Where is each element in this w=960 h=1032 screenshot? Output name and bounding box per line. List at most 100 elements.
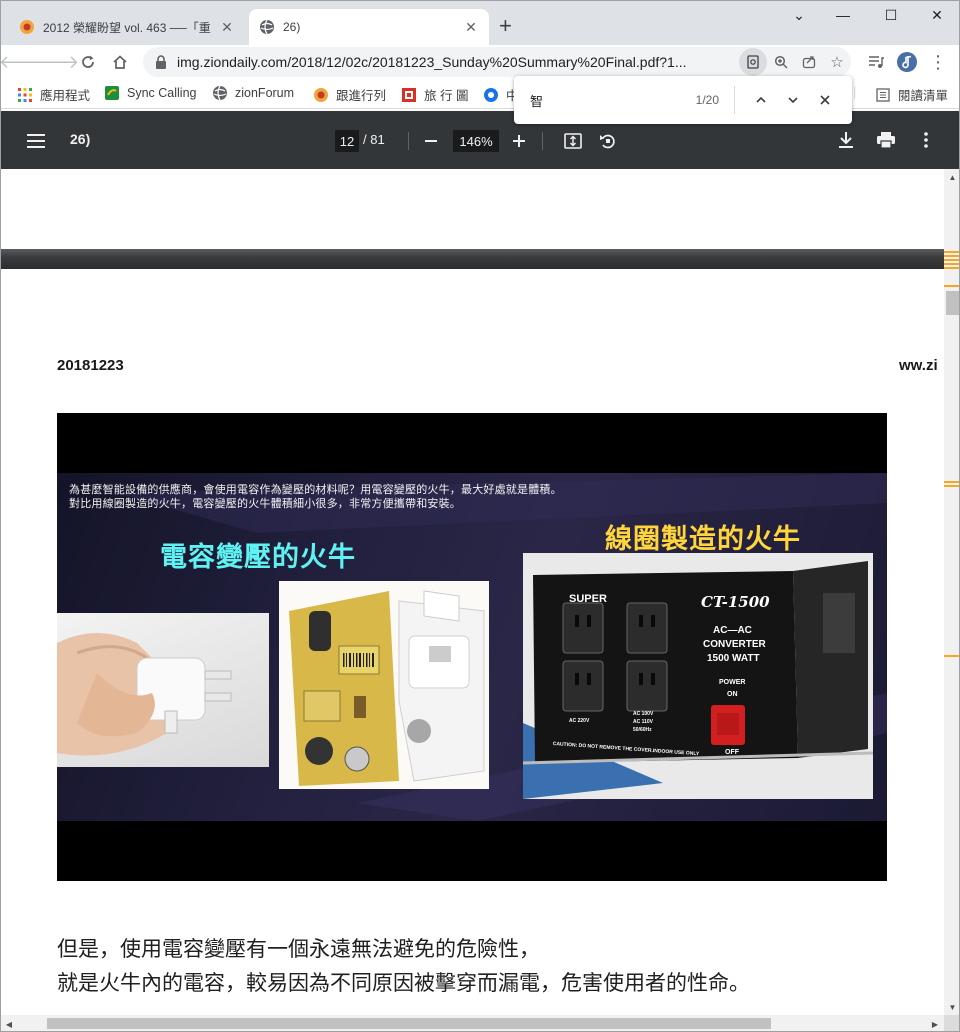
- scroll-down-arrow-icon[interactable]: ▼: [944, 999, 959, 1015]
- vertical-scrollbar[interactable]: ▲ ▼: [944, 169, 959, 1015]
- tab-inactive[interactable]: 2012 榮耀盼望 vol. 463 ──「重 ✕: [9, 9, 245, 45]
- find-next-button[interactable]: [777, 86, 809, 114]
- tab-active[interactable]: 26) ✕: [249, 9, 489, 45]
- forward-button[interactable]: 🡒: [31, 49, 79, 75]
- zoom-icon[interactable]: [767, 48, 795, 76]
- print-button[interactable]: [875, 130, 897, 150]
- figure-label-capacitor: 電容變壓的火牛: [160, 542, 356, 572]
- pdf-menu-icon[interactable]: [25, 130, 47, 152]
- figure-label-coil: 線圈製造的火牛: [605, 524, 801, 554]
- converter-on-label: ON: [727, 691, 738, 698]
- find-match-marker: [944, 263, 959, 265]
- find-match-marker: [944, 251, 959, 253]
- toolbar-divider: [408, 132, 409, 150]
- photo-coil-converter: SUPER CT-1500 AC—AC CONVERTER 1500 WATT …: [523, 553, 873, 799]
- plus-icon: [513, 135, 525, 147]
- tab-search-button[interactable]: ⌄: [779, 7, 819, 27]
- tab-close-icon[interactable]: ✕: [219, 19, 235, 36]
- download-button[interactable]: [836, 130, 856, 150]
- find-input[interactable]: 智: [514, 91, 679, 110]
- rotate-button[interactable]: [598, 131, 618, 151]
- close-window-button[interactable]: ✕: [917, 7, 957, 27]
- converter-off-label: OFF: [725, 749, 739, 756]
- address-bar[interactable]: img.ziondaily.com/2018/12/02c/20181223_S…: [143, 47, 851, 77]
- scroll-left-arrow-icon[interactable]: ◀: [1, 1015, 17, 1031]
- pdf-more-icon[interactable]: [918, 130, 934, 150]
- zoom-out-button[interactable]: [422, 131, 440, 151]
- globe-icon: [212, 85, 228, 101]
- converter-volt-100: AC 100V: [633, 711, 654, 717]
- horizontal-scroll-thumb[interactable]: [47, 1018, 771, 1029]
- bookmark-favicon-icon: [483, 87, 499, 103]
- page-number-input[interactable]: 12: [335, 130, 359, 152]
- figure-image: 為甚麼智能設備的供應商，會使用電容作為變壓的材料呢？用電容變壓的火牛，最大好處就…: [57, 413, 887, 881]
- tab-close-icon[interactable]: ✕: [463, 19, 479, 36]
- lock-icon: [156, 55, 166, 69]
- bookmark-label: 旅 行 圖: [424, 89, 469, 103]
- page-date: 20181223: [57, 357, 124, 374]
- media-control-button[interactable]: [863, 49, 889, 75]
- find-in-page-icon[interactable]: [739, 48, 767, 76]
- bookmark-label: 跟進行列: [336, 89, 387, 103]
- page-separator: [1, 249, 944, 269]
- share-icon[interactable]: [795, 48, 823, 76]
- vertical-scroll-thumb[interactable]: [946, 291, 959, 315]
- converter-power-label: POWER: [719, 679, 746, 686]
- pdf-viewport[interactable]: 20181223 ww.zi 為甚麼智能設備的供應商，會使用電容作為變壓的材料呢…: [1, 169, 944, 1015]
- page-total: / 81: [363, 132, 385, 147]
- find-bar: 智 1/20: [514, 76, 852, 124]
- find-previous-button[interactable]: [745, 86, 777, 114]
- bookmark-label: zionForum: [235, 86, 295, 100]
- maximize-button[interactable]: ☐: [871, 7, 911, 27]
- find-match-marker: [944, 655, 959, 657]
- fit-page-icon: [564, 133, 582, 149]
- bookmark-apps[interactable]: 應用程式: [17, 85, 90, 104]
- find-match-marker: [944, 285, 959, 287]
- bookmark-follow-up[interactable]: 跟進行列: [313, 85, 386, 104]
- chevron-down-icon: [788, 97, 798, 104]
- bookmark-travel[interactable]: 旅 行 圖: [401, 85, 468, 104]
- converter-line3: 1500 WATT: [707, 653, 760, 664]
- profile-avatar[interactable]: [894, 49, 920, 75]
- find-close-button[interactable]: [809, 86, 841, 114]
- scrollbar-corner: [944, 1015, 959, 1031]
- sync-calling-icon: [104, 85, 120, 101]
- menu-kebab-icon[interactable]: ⋮: [925, 49, 951, 75]
- scroll-up-arrow-icon[interactable]: ▲: [944, 169, 959, 185]
- figure-background: 為甚麼智能設備的供應商，會使用電容作為變壓的材料呢？用電容變壓的火牛，最大好處就…: [57, 473, 887, 821]
- zoom-in-button[interactable]: [510, 131, 528, 151]
- find-match-marker: [944, 255, 959, 257]
- horizontal-scrollbar[interactable]: ◀ ▶: [1, 1015, 944, 1031]
- bookmark-label: Sync Calling: [127, 86, 197, 100]
- minimize-button[interactable]: —: [823, 7, 863, 27]
- page-site: ww.zi: [899, 357, 938, 374]
- toolbar-divider: [542, 132, 543, 150]
- reading-list-button[interactable]: 閱讀清單: [875, 85, 948, 104]
- rotate-icon: [600, 134, 615, 149]
- fit-to-page-button[interactable]: [563, 131, 583, 151]
- reload-button[interactable]: [75, 49, 101, 75]
- bookmark-star-icon[interactable]: ☆: [823, 48, 851, 76]
- tab-strip: 2012 榮耀盼望 vol. 463 ──「重 ✕ 26) ✕ + ⌄ — ☐ …: [1, 1, 959, 45]
- print-icon: [877, 132, 895, 149]
- new-tab-button[interactable]: +: [499, 15, 512, 37]
- browser-window: { "tabs": [ {"title": "2012 榮耀盼望 vol. 46…: [0, 0, 960, 1032]
- zoom-level-input[interactable]: 146%: [453, 130, 499, 152]
- bookmark-sync-calling[interactable]: Sync Calling: [104, 85, 196, 101]
- photo-circuit-board: [279, 581, 489, 789]
- body-text-line-2: 就是火牛內的電容，較易因為不同原因被擊穿而漏電，危害使用者的性命。: [57, 971, 750, 995]
- globe-icon: [260, 19, 274, 35]
- pdf-document-title: 26): [70, 131, 91, 147]
- home-button[interactable]: [107, 49, 133, 75]
- find-match-marker: [944, 259, 959, 261]
- converter-volt-110: AC 110V: [633, 719, 654, 725]
- close-icon: [820, 95, 830, 105]
- find-match-marker: [944, 485, 959, 487]
- scroll-right-arrow-icon[interactable]: ▶: [927, 1015, 943, 1031]
- travel-favicon-icon: [401, 87, 417, 103]
- converter-line1: AC—AC: [713, 625, 752, 636]
- bookmark-favicon-icon: [313, 87, 329, 103]
- tab-title: 2012 榮耀盼望 vol. 463 ──「重: [43, 20, 211, 35]
- bookmark-zionforum[interactable]: zionForum: [212, 85, 294, 101]
- tab-favicon-icon: [20, 20, 34, 34]
